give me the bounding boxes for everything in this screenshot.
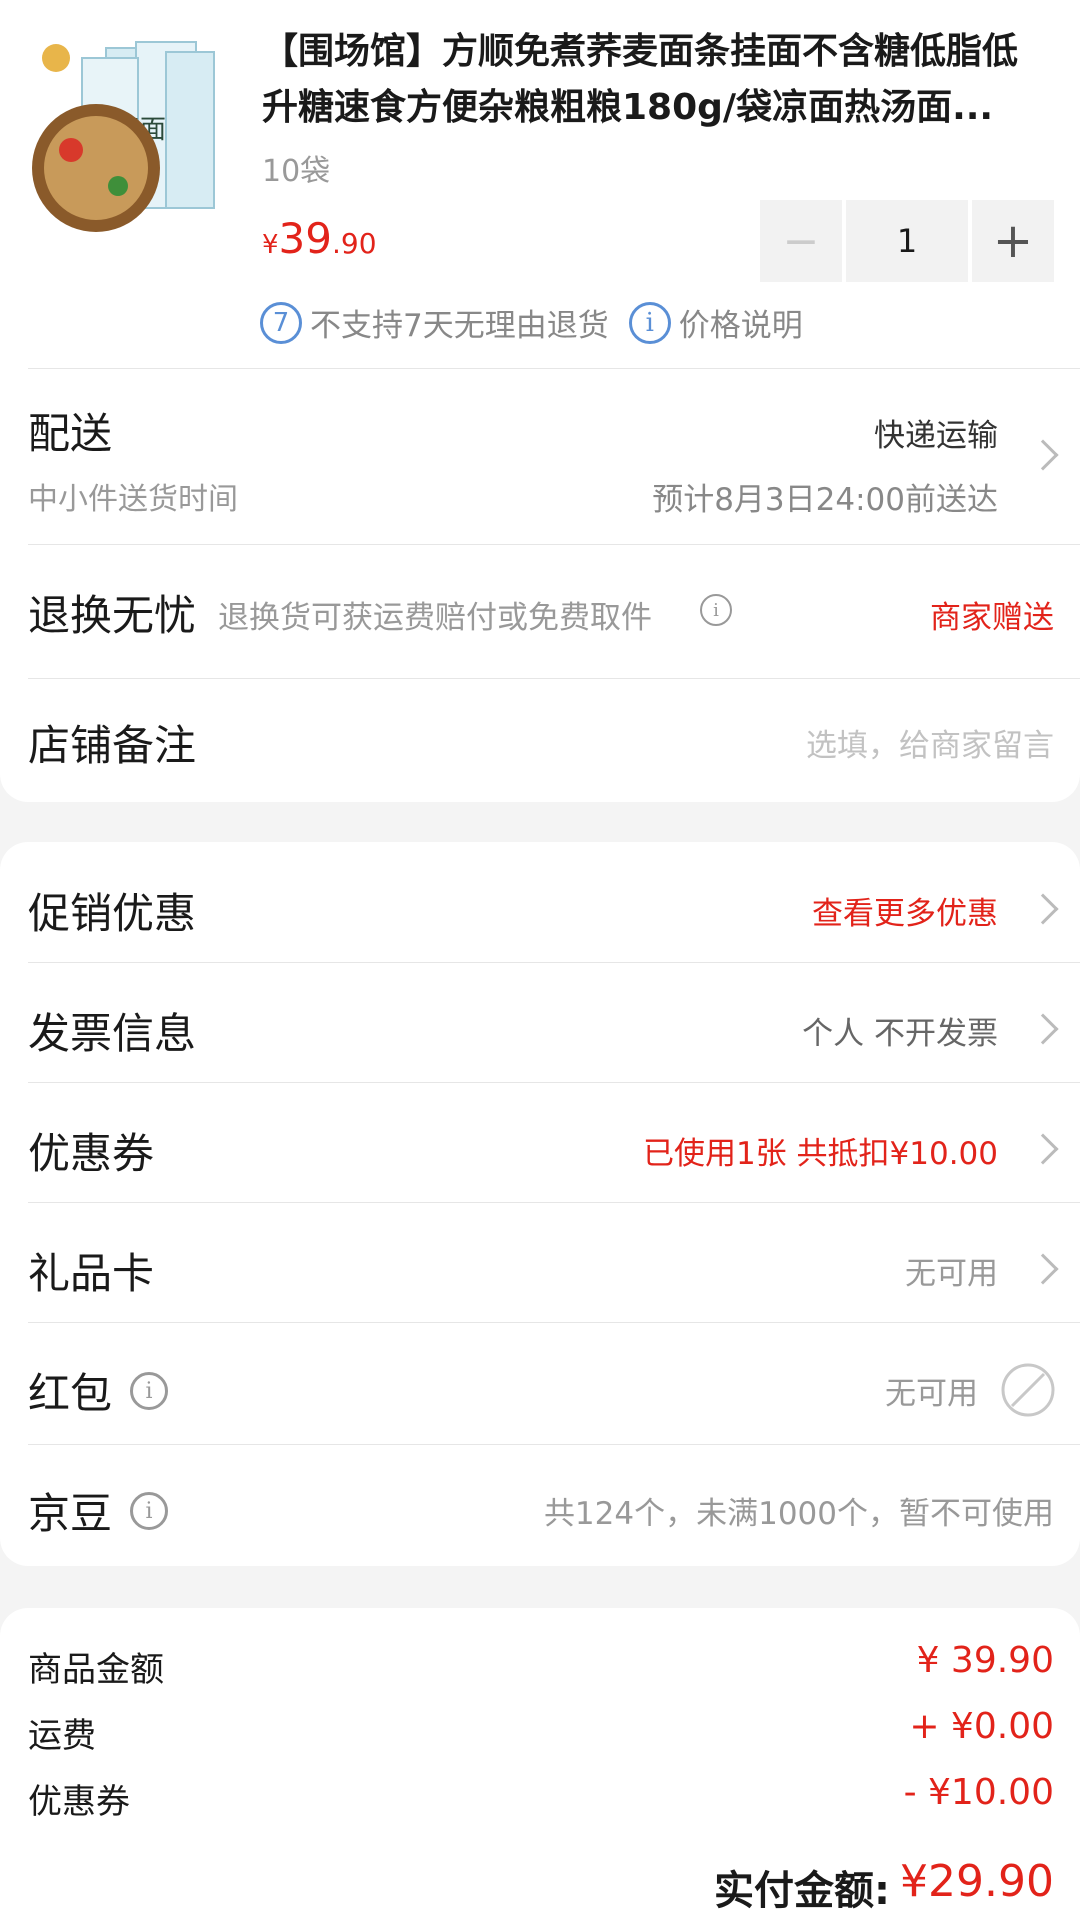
no-return-text: 不支持7天无理由退货 <box>310 308 609 344</box>
red-packet-value: 无可用 <box>885 1376 978 1412</box>
return-service-title: 退换无忧 <box>28 591 197 640</box>
product-price: ¥39.90 <box>262 214 377 263</box>
product-notes: 7 不支持7天无理由退货 i 价格说明 <box>260 300 803 345</box>
price-decimal: .90 <box>332 227 377 260</box>
divider <box>28 1444 1080 1445</box>
divider <box>28 368 1080 369</box>
product-title[interactable]: 【围场馆】方顺免煮荞麦面条挂面不含糖低脂低升糖速食方便杂粮粗粮180g/袋凉面热… <box>262 24 1052 136</box>
increase-button[interactable]: + <box>972 200 1054 282</box>
disabled-icon <box>1001 1363 1055 1417</box>
chevron-right-icon <box>1027 893 1059 925</box>
chevron-right-icon <box>1027 1133 1059 1165</box>
info-icon[interactable]: i <box>130 1492 168 1530</box>
product-thumbnail[interactable]: 荞麦面 <box>26 28 236 238</box>
price-explanation-link[interactable]: 价格说明 <box>679 300 803 345</box>
chevron-right-icon <box>1027 1253 1059 1285</box>
divider <box>28 544 1080 545</box>
coupon-summary-value: - ¥10.00 <box>903 1772 1054 1813</box>
store-note-input[interactable]: 选填，给商家留言 <box>806 720 1054 765</box>
divider <box>28 1202 1080 1203</box>
delivery-title: 配送 <box>28 409 113 458</box>
red-packet-title: 红包 <box>28 1369 113 1418</box>
coupon-title: 优惠券 <box>28 1129 155 1178</box>
return-service-desc: 退换货可获运费赔付或免费取件 <box>218 600 652 636</box>
shipping-value: + ¥0.00 <box>909 1706 1054 1747</box>
price-currency: ¥ <box>262 230 279 260</box>
return-service-value: 商家赠送 <box>930 600 1054 636</box>
no-return-icon: 7 <box>260 301 302 344</box>
gift-card-title: 礼品卡 <box>28 1249 155 1298</box>
divider <box>28 962 1080 963</box>
decrease-button[interactable]: − <box>760 200 842 282</box>
divider <box>28 1082 1080 1083</box>
total-label: 实付金额: <box>714 1868 890 1914</box>
promotion-value: 查看更多优惠 <box>812 896 998 932</box>
info-icon[interactable]: i <box>700 594 732 626</box>
delivery-eta: 预计8月3日24:00前送达 <box>652 482 998 518</box>
gift-card-value: 无可用 <box>905 1256 998 1292</box>
goods-amount-label: 商品金额 <box>28 1650 164 1690</box>
jd-beans-value: 共124个，未满1000个，暂不可使用 <box>543 1496 1054 1532</box>
chevron-right-icon <box>1027 439 1059 471</box>
price-integer: 39 <box>278 214 332 263</box>
quantity-value[interactable]: 1 <box>846 200 968 282</box>
goods-amount-value: ¥ 39.90 <box>916 1640 1054 1681</box>
shipping-label: 运费 <box>28 1716 96 1756</box>
coupon-value: 已使用1张 共抵扣¥10.00 <box>642 1136 998 1172</box>
info-icon[interactable]: i <box>130 1372 168 1410</box>
delivery-method: 快递运输 <box>874 418 998 454</box>
quantity-stepper: − 1 + <box>760 200 1054 282</box>
product-spec: 10袋 <box>262 154 331 189</box>
invoice-title: 发票信息 <box>28 1009 197 1058</box>
divider <box>28 678 1080 679</box>
delivery-subtitle: 中小件送货时间 <box>28 482 238 517</box>
info-icon[interactable]: i <box>628 301 671 344</box>
jd-beans-title: 京豆 <box>28 1489 113 1538</box>
order-info-card: 荞麦面 【围场馆】方顺免煮荞麦面条挂面不含糖低脂低升糖速食方便杂粮粗粮180g/… <box>0 0 1080 802</box>
coupon-summary-label: 优惠券 <box>28 1782 130 1822</box>
total-value: ¥29.90 <box>900 1856 1054 1907</box>
order-options-card: 促销优惠 查看更多优惠 发票信息 个人 不开发票 优惠券 已使用1张 共抵扣¥1… <box>0 842 1080 1566</box>
invoice-value: 个人 不开发票 <box>802 1016 998 1052</box>
divider <box>28 1322 1080 1323</box>
chevron-right-icon <box>1027 1013 1059 1045</box>
promotion-title: 促销优惠 <box>28 889 197 938</box>
store-note-title: 店铺备注 <box>28 721 197 770</box>
